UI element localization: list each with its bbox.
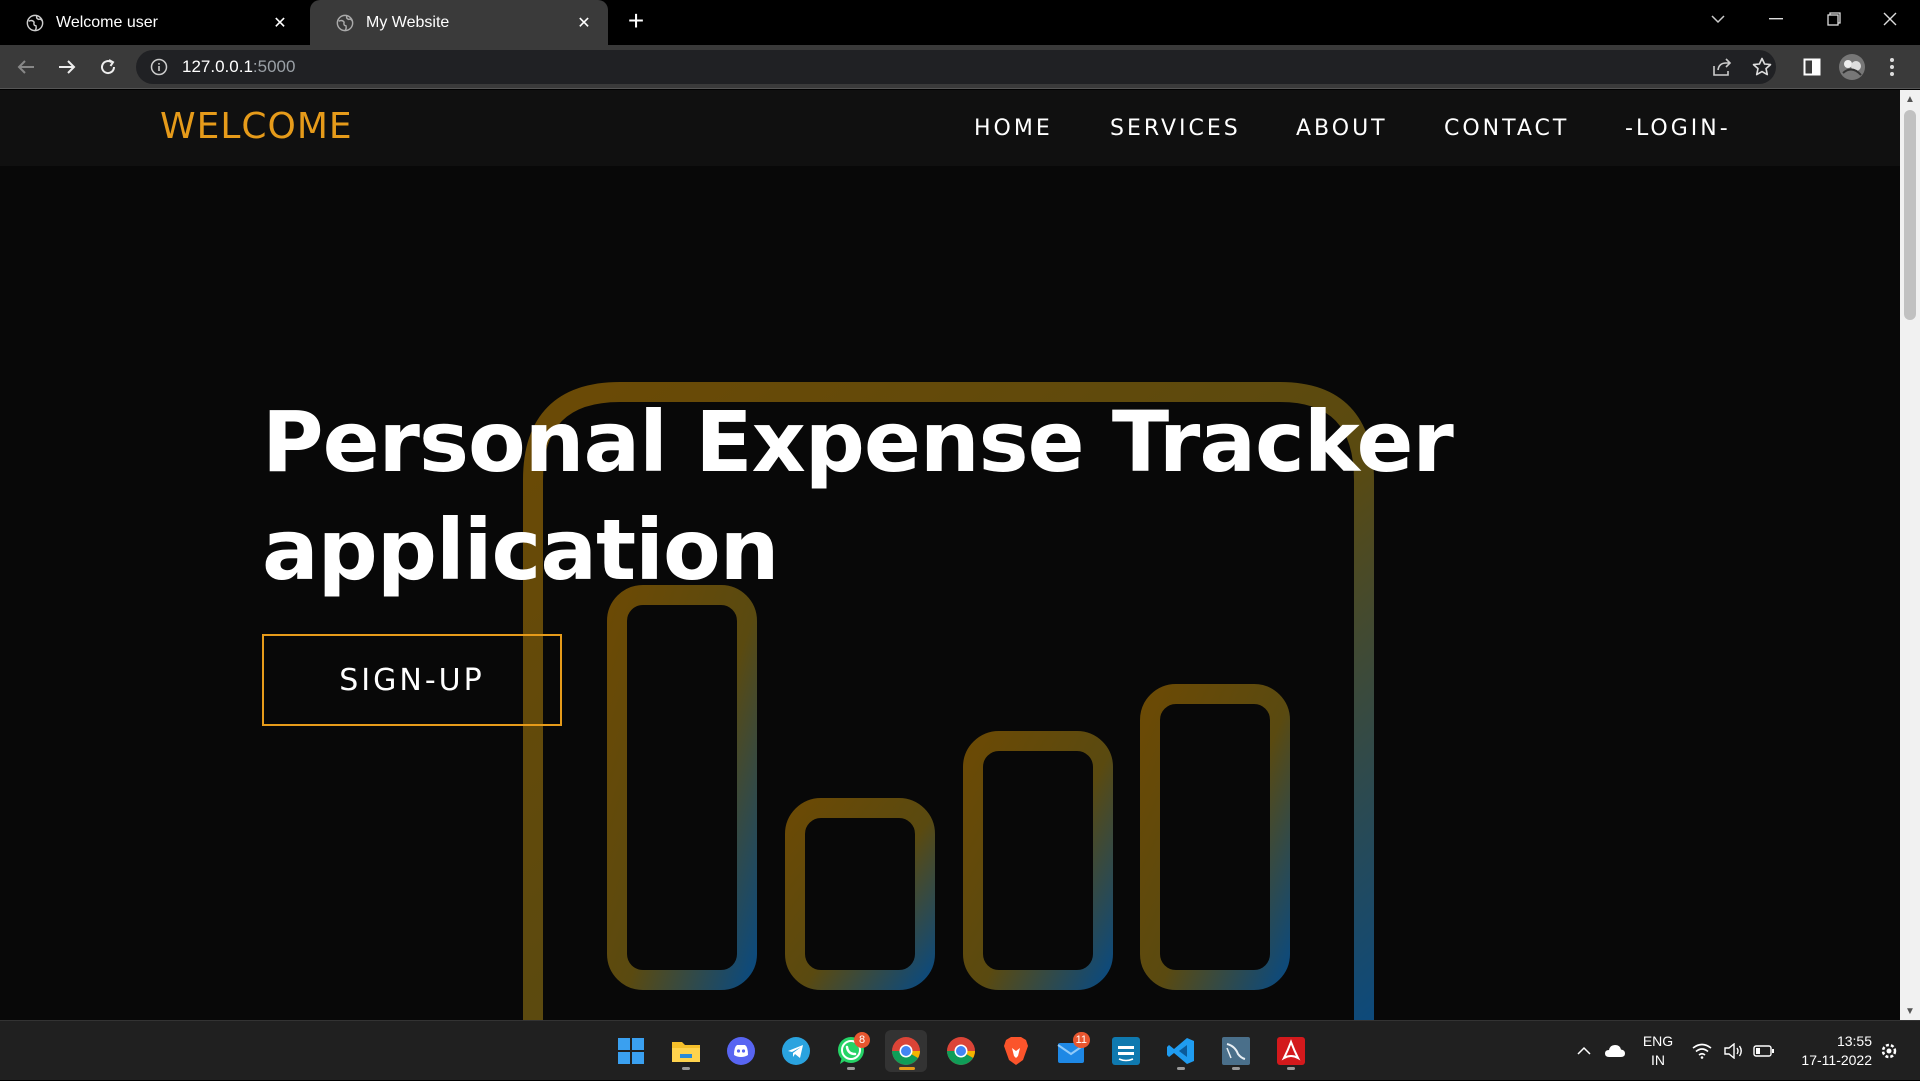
hero-title-line-1: Personal Expense Tracker	[262, 393, 1454, 491]
nav-about[interactable]: ABOUT	[1296, 116, 1388, 141]
globe-icon	[336, 14, 354, 31]
restore-icon[interactable]	[1810, 0, 1858, 38]
minimize-icon[interactable]	[1752, 0, 1800, 38]
nav-services[interactable]: SERVICES	[1110, 116, 1241, 141]
input-language[interactable]: ENG IN	[1640, 1032, 1676, 1070]
file-explorer-icon[interactable]	[665, 1030, 707, 1072]
reload-icon[interactable]	[94, 53, 122, 81]
share-icon[interactable]	[1710, 55, 1734, 79]
nav-contact[interactable]: CONTACT	[1444, 116, 1569, 141]
tab-close-icon[interactable]: ✕	[574, 13, 594, 33]
brave-icon[interactable]	[995, 1030, 1037, 1072]
running-indicator	[1232, 1067, 1240, 1070]
notification-settings-icon[interactable]	[1874, 1021, 1904, 1081]
running-indicator	[1177, 1067, 1185, 1070]
battery-icon[interactable]	[1752, 1021, 1776, 1081]
onedrive-cloud-icon[interactable]	[1602, 1021, 1628, 1081]
scrollbar-thumb[interactable]	[1904, 110, 1916, 320]
nav-login[interactable]: -LOGIN-	[1625, 116, 1731, 141]
site-info-icon[interactable]	[150, 58, 168, 76]
scroll-up-icon[interactable]: ▲	[1900, 90, 1920, 108]
tab-search-chevron-icon[interactable]	[1694, 0, 1742, 38]
show-hidden-icons-chevron-icon[interactable]	[1572, 1021, 1596, 1081]
hero-title: Personal Expense Tracker application	[262, 388, 1462, 604]
tab-title: My Website	[366, 13, 450, 31]
start-menu-icon[interactable]	[610, 1030, 652, 1072]
whatsapp-badge: 8	[854, 1032, 870, 1048]
tab-close-icon[interactable]: ✕	[270, 13, 290, 33]
telegram-icon[interactable]	[775, 1030, 817, 1072]
clock-time: 13:55	[1836, 1033, 1872, 1049]
prime-video-icon[interactable]	[1105, 1030, 1147, 1072]
language-code: ENG	[1642, 1033, 1674, 1049]
web-page: WELCOME HOME SERVICES ABOUT CONTACT -LOG…	[0, 90, 1900, 1020]
browser-menu-icon[interactable]	[1880, 55, 1904, 79]
nav-home[interactable]: HOME	[974, 116, 1053, 141]
mysql-workbench-icon[interactable]	[1215, 1030, 1257, 1072]
chrome-icon[interactable]	[885, 1030, 927, 1072]
browser-toolbar: 127.0.0.1:5000	[0, 45, 1920, 89]
new-tab-button[interactable]: +	[622, 7, 650, 36]
forward-arrow-icon[interactable]	[53, 53, 81, 81]
chrome-profile-icon[interactable]	[940, 1030, 982, 1072]
wifi-icon[interactable]	[1690, 1021, 1714, 1081]
close-window-icon[interactable]	[1866, 0, 1914, 38]
tab-title: Welcome user	[56, 13, 158, 31]
windows-taskbar: 8 11 ENG IN 13:55 17-11-2022	[0, 1020, 1920, 1080]
mail-icon[interactable]: 11	[1050, 1030, 1092, 1072]
url-host: 127.0.0.1	[182, 57, 253, 76]
site-logo[interactable]: WELCOME	[160, 106, 353, 147]
active-indicator	[899, 1067, 915, 1070]
clock[interactable]: 13:55 17-11-2022	[1788, 1032, 1872, 1070]
volume-icon[interactable]	[1722, 1021, 1746, 1081]
profile-avatar-icon[interactable]	[1838, 53, 1866, 81]
discord-icon[interactable]	[720, 1030, 762, 1072]
site-navbar: WELCOME HOME SERVICES ABOUT CONTACT -LOG…	[0, 90, 1900, 166]
running-indicator	[682, 1067, 690, 1070]
side-panel-icon[interactable]	[1800, 55, 1824, 79]
tab-my-website[interactable]: My Website ✕	[310, 0, 608, 45]
tab-welcome-user[interactable]: Welcome user ✕	[0, 0, 304, 45]
clock-date: 17-11-2022	[1801, 1052, 1872, 1068]
hero-title-line-2: application	[262, 501, 779, 599]
url-port: :5000	[252, 57, 296, 76]
mail-badge: 11	[1072, 1032, 1090, 1048]
running-indicator	[847, 1067, 855, 1070]
sign-up-button[interactable]: SIGN-UP	[262, 634, 562, 726]
region-code: IN	[1651, 1052, 1665, 1068]
whatsapp-icon[interactable]: 8	[830, 1030, 872, 1072]
running-indicator	[1287, 1067, 1295, 1070]
scroll-down-icon[interactable]: ▼	[1900, 1002, 1920, 1020]
address-bar[interactable]: 127.0.0.1:5000	[136, 50, 1776, 84]
globe-icon	[26, 14, 44, 31]
back-arrow-icon[interactable]	[12, 53, 40, 81]
browser-tab-strip: Welcome user ✕ My Website ✕ +	[0, 0, 1920, 45]
acrobat-icon[interactable]	[1270, 1030, 1312, 1072]
page-scrollbar[interactable]: ▲ ▼	[1900, 90, 1920, 1020]
vscode-icon[interactable]	[1160, 1030, 1202, 1072]
bookmark-star-icon[interactable]	[1750, 55, 1774, 79]
